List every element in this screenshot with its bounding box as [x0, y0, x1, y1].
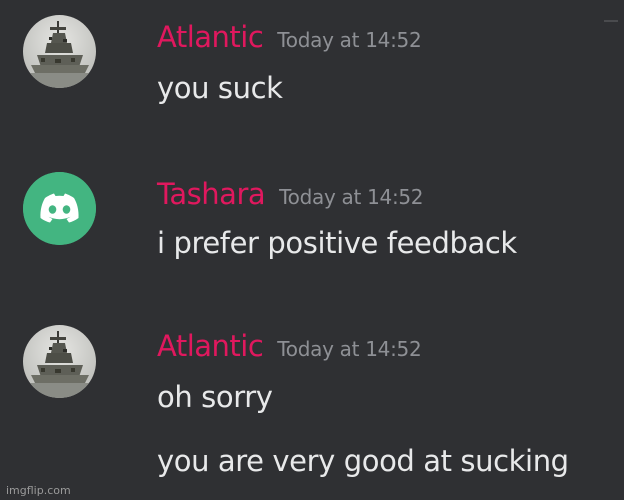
discord-default-avatar-icon — [23, 172, 96, 245]
timestamp[interactable]: Today at 14:52 — [277, 28, 421, 52]
chat-log: Atlantic Today at 14:52 you suck Tashara T… — [0, 0, 624, 500]
avatar[interactable] — [23, 172, 96, 245]
timestamp[interactable]: Today at 14:52 — [277, 337, 421, 361]
message-text: i prefer positive feedback — [157, 226, 517, 260]
message-text: oh sorry — [157, 380, 273, 414]
ship-photo-avatar-icon — [23, 15, 96, 88]
avatar[interactable] — [23, 15, 96, 88]
ship-photo-avatar-icon — [23, 325, 96, 398]
message-header: Atlantic Today at 14:52 — [157, 20, 422, 54]
message-header: Atlantic Today at 14:52 — [157, 329, 422, 363]
message-text: you suck — [157, 71, 283, 105]
message-header: Tashara Today at 14:52 — [157, 177, 424, 211]
watermark: imgflip.com — [6, 484, 71, 497]
message-text: you are very good at sucking — [157, 444, 569, 478]
username[interactable]: Atlantic — [157, 20, 264, 54]
username[interactable]: Atlantic — [157, 329, 264, 363]
username[interactable]: Tashara — [157, 177, 266, 211]
avatar[interactable] — [23, 325, 96, 398]
timestamp[interactable]: Today at 14:52 — [279, 185, 423, 209]
divider — [604, 20, 618, 22]
